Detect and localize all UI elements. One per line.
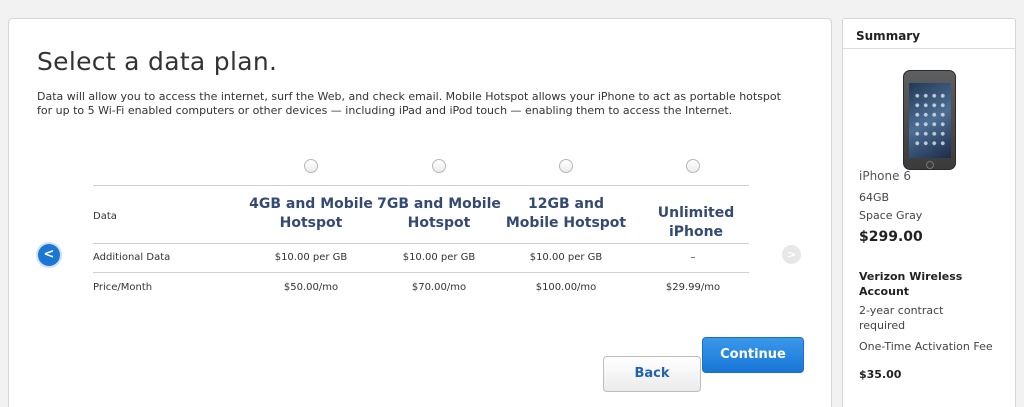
additional-data-7gb: $10.00 per GB <box>402 252 476 263</box>
additional-data-12gb: $10.00 per GB <box>529 252 603 263</box>
plan-radio-12gb[interactable] <box>559 159 573 173</box>
summary-color: Space Gray <box>859 209 923 222</box>
back-button[interactable]: Back <box>603 356 701 392</box>
intro-text: Data will allow you to access the intern… <box>37 90 781 117</box>
summary-model: iPhone 6 <box>859 169 911 183</box>
summary-activation-price: $35.00 <box>859 368 902 381</box>
iphone-image <box>903 70 956 170</box>
plan-name-12gb: 12GB and Mobile Hotspot <box>505 196 627 231</box>
plan-radio-4gb[interactable] <box>304 159 318 173</box>
summary-contract: 2-year contract required <box>859 304 944 332</box>
summary-title: Summary <box>843 19 1015 49</box>
price-12gb: $100.00/mo <box>535 282 597 293</box>
page-title: Select a data plan. <box>37 47 278 76</box>
divider <box>93 243 749 244</box>
row-label-data: Data <box>93 211 117 222</box>
home-button-icon <box>926 161 934 169</box>
chevron-left-icon[interactable]: < <box>38 244 60 266</box>
price-4gb: $50.00/mo <box>283 282 339 293</box>
plan-radio-row <box>93 159 749 185</box>
summary-capacity: 64GB <box>859 191 890 204</box>
divider <box>93 185 749 186</box>
continue-button[interactable]: Continue <box>702 337 804 373</box>
summary-panel: Summary iPhone 6 64GB Space Gray $299.00… <box>842 18 1016 407</box>
summary-price: $299.00 <box>859 229 923 245</box>
additional-data-4gb: $10.00 per GB <box>274 252 348 263</box>
price-unlimited: $29.99/mo <box>665 282 721 293</box>
chevron-right-icon[interactable]: > <box>782 245 801 264</box>
summary-activation-label: One-Time Activation Fee <box>859 340 993 353</box>
summary-account-title: Verizon Wireless Account <box>859 270 963 298</box>
price-7gb: $70.00/mo <box>411 282 467 293</box>
phone-screen <box>909 83 951 158</box>
divider <box>93 272 749 273</box>
additional-data-unlimited: – <box>690 252 696 263</box>
plan-name-7gb: 7GB and Mobile Hotspot <box>377 196 501 231</box>
row-label-price-month: Price/Month <box>93 282 153 293</box>
plan-name-unlimited: Unlimited iPhone <box>657 205 735 240</box>
row-label-additional-data: Additional Data <box>93 252 171 263</box>
plan-radio-unlimited[interactable] <box>686 159 700 173</box>
plan-name-4gb: 4GB and Mobile Hotspot <box>249 196 373 231</box>
plan-radio-7gb[interactable] <box>432 159 446 173</box>
